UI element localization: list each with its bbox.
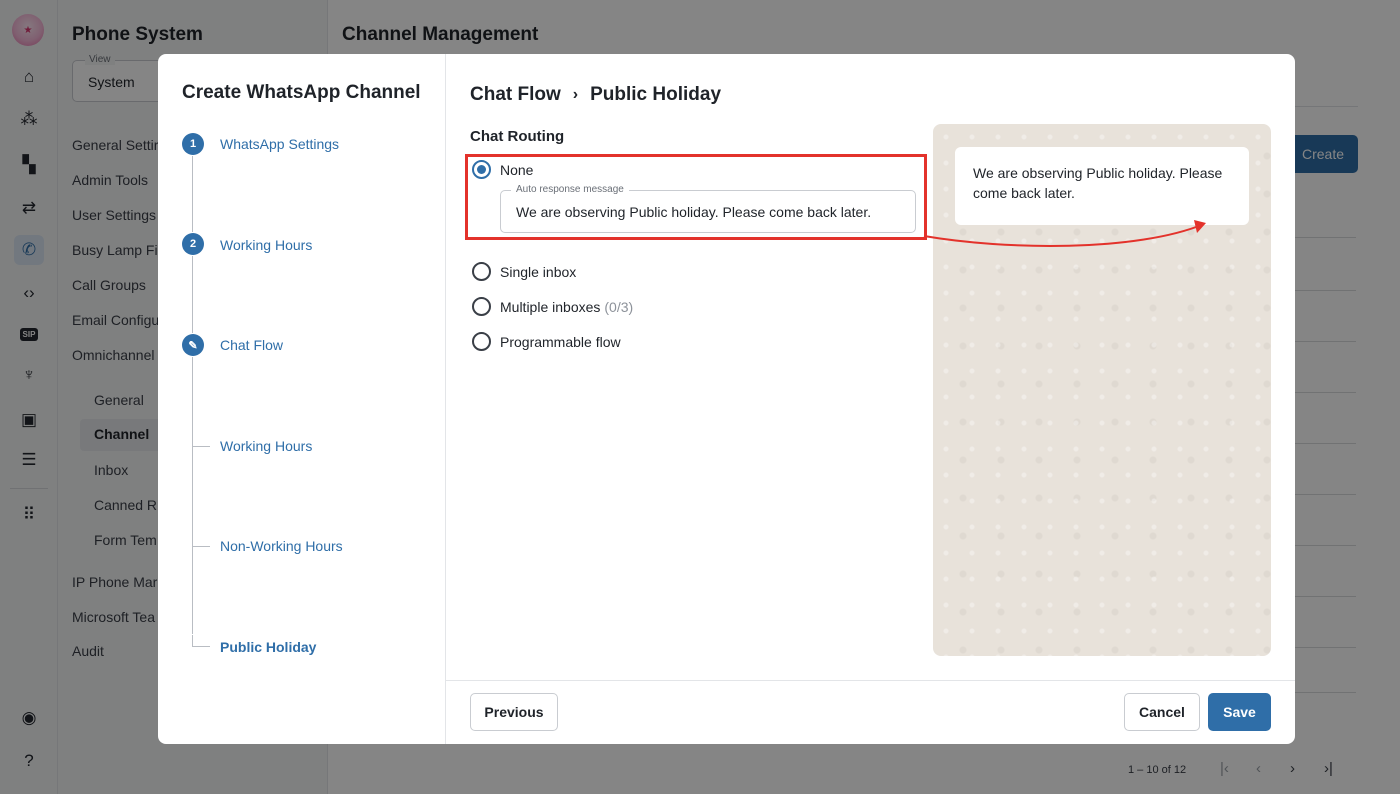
radio-label-multiple-inboxes: Multiple inboxes [500,298,601,315]
stepper-connector [192,156,193,232]
auto-response-field[interactable]: Auto response message We are observing P… [500,184,916,233]
chat-flow-content: Chat Flow › Public Holiday Chat Routing … [446,54,1295,744]
substep-connector [192,546,210,547]
radio-button[interactable] [472,332,491,351]
modal-title: Create WhatsApp Channel [182,82,421,103]
previous-button[interactable]: Previous [470,693,558,731]
step-working-hours[interactable]: Working Hours [220,237,312,253]
inbox-count: (0/3) [604,298,634,315]
auto-response-label: Auto response message [511,184,629,195]
cancel-button[interactable]: Cancel [1124,693,1200,731]
step-whatsapp-settings[interactable]: WhatsApp Settings [220,136,339,152]
auto-response-value[interactable]: We are observing Public holiday. Please … [516,204,871,220]
radio-option-none[interactable]: None [472,160,533,179]
stepper: Create WhatsApp Channel 1 WhatsApp Setti… [158,54,446,744]
radio-button[interactable] [472,297,491,316]
substep-working-hours[interactable]: Working Hours [220,438,312,454]
preview-message-bubble: We are observing Public holiday. Please … [955,147,1249,225]
chat-routing-title: Chat Routing [470,128,565,145]
radio-button[interactable] [472,262,491,281]
radio-label-none: None [500,161,534,178]
stepper-connector [192,256,193,333]
breadcrumb-parent[interactable]: Chat Flow [470,84,561,106]
substep-non-working-hours[interactable]: Non-Working Hours [220,538,343,554]
stepper-connector [192,357,193,634]
chevron-right-icon: › [572,86,579,103]
breadcrumb-current: Public Holiday [590,84,722,105]
radio-button-checked[interactable] [472,160,491,179]
step-2-indicator: 2 [182,233,204,255]
substep-connector [192,446,210,447]
radio-option-multiple-inboxes[interactable]: Multiple inboxes (0/3) [472,297,633,316]
edit-pencil-icon: ✎ [182,334,204,356]
step-chat-flow[interactable]: Chat Flow [220,337,283,353]
radio-label-single-inbox: Single inbox [500,263,577,280]
footer-divider [446,680,1295,681]
radio-label-programmable-flow: Programmable flow [500,333,621,350]
substep-public-holiday[interactable]: Public Holiday [220,639,316,655]
substep-connector [192,635,210,647]
create-whatsapp-channel-modal: Create WhatsApp Channel 1 WhatsApp Setti… [158,54,1295,744]
breadcrumb: Chat Flow › Public Holiday [470,84,721,106]
step-1-indicator: 1 [182,133,204,155]
radio-option-single-inbox[interactable]: Single inbox [472,262,576,281]
save-button[interactable]: Save [1208,693,1271,731]
whatsapp-preview: We are observing Public holiday. Please … [933,124,1271,656]
radio-option-programmable-flow[interactable]: Programmable flow [472,332,621,351]
